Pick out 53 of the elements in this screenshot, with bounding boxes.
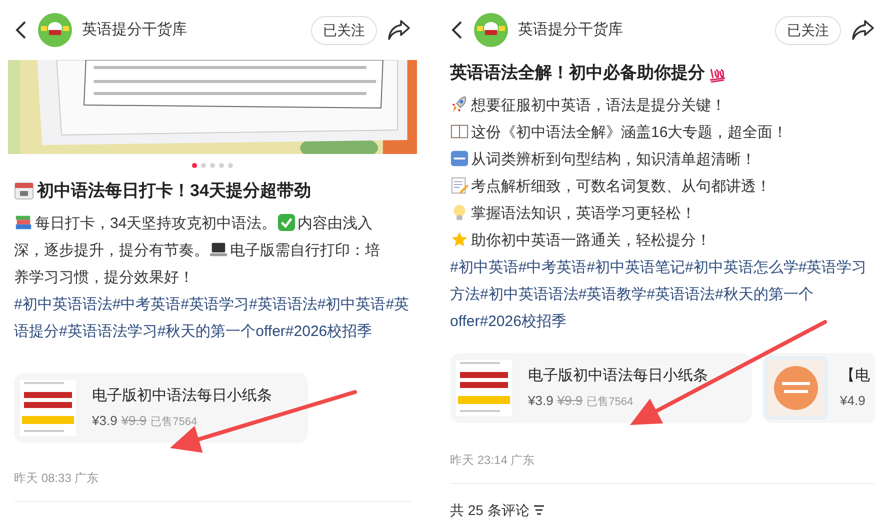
sold-count: 已售7564 [150,415,198,430]
hashtag-text[interactable]: #初中英语#中考英语#初中英语笔记#初中英语怎么学#英语学习方法#初中英语语法#英语教学#英语语法#秋天的第一个offer#2026校招季 [450,254,875,334]
product-title: 【电 [840,366,870,386]
glowing-star-icon [450,230,469,248]
body-text: 电子版需自行打印：培 [230,242,380,258]
carousel-dot[interactable] [201,163,206,168]
body-text: 想要征服初中英语，语法是提分关键！ [471,96,726,114]
body-text: 每日打卡，34天坚持攻克初中语法。 [35,214,277,232]
original-price: ¥9.9 [557,392,583,410]
body-text: 养学习习惯，提分效果好！ [14,268,194,286]
follow-button[interactable]: 已关注 [775,16,841,44]
avatar-icon[interactable] [474,13,508,47]
sold-count: 已售7564 [586,395,634,410]
original-price: ¥9.9 [121,412,147,430]
body-text: 这份《初中语法全解》涵盖16大专题，超全面！ [471,124,788,140]
body-text: 深，逐步提升，提分有节奏。 [14,242,209,258]
post-title: 初中语法每日打卡！34天提分超带劲 [37,180,311,202]
product-price: ¥3.9 [92,412,118,430]
product-card[interactable]: 电子版初中语法每日小纸条 ¥3.9 ¥9.9 已售7564 [14,372,308,442]
product-title: 电子版初中语法每日小纸条 [528,366,708,386]
share-icon[interactable] [851,19,875,41]
carousel-dot[interactable] [210,163,215,168]
carousel-dot[interactable] [228,163,233,168]
back-icon[interactable] [14,20,28,40]
body-text: 考点解析细致，可数名词复数、从句都讲透！ [471,178,771,194]
body-text: 内容由浅入 [298,214,373,232]
author-name[interactable]: 英语提分干货库 [518,18,623,42]
product-card[interactable]: 电子版初中语法每日小纸条 ¥3.9 ¥9.9 已售7564 [450,352,752,422]
product-title: 电子版初中语法每日小纸条 [92,386,272,406]
rocket-icon [450,94,469,114]
sort-icon[interactable] [533,504,546,516]
product-price: ¥3.9 [528,392,554,410]
memo-icon [450,176,469,194]
body-text: 从词类辨析到句型结构，知识清单超清晰！ [471,150,756,168]
back-icon[interactable] [450,20,464,40]
share-icon[interactable] [387,19,411,41]
post-time-location: 昨天 08:33 广东 [14,470,100,486]
author-name[interactable]: 英语提分干货库 [82,18,187,42]
post-title: 英语语法全解！初中必备助你提分 [450,62,705,84]
check-mark-icon [276,212,296,232]
calendar-icon [14,180,34,201]
body-text: 助你初中英语一路通关，轻松提分！ [471,232,711,248]
product-card[interactable]: 【电 ¥4.9 [762,352,875,422]
product-price: ¥4.9 [840,392,866,410]
comment-count: 共 25 条评论 [450,500,530,520]
body-text: 掌握语法知识，英语学习更轻松！ [471,204,696,222]
post-time-location: 昨天 23:14 广东 [450,452,536,468]
carousel-dot[interactable] [219,163,224,168]
abc-icon [450,148,469,168]
avatar-icon[interactable] [38,13,72,47]
carousel-dot[interactable] [192,163,197,168]
hashtag-text[interactable]: #初中英语语法#中考英语#英语学习#英语语法#初中英语#英语提分#英语语法学习#秋天的第一个offer#2026校招季 [14,290,411,344]
follow-button[interactable]: 已关注 [311,16,377,44]
